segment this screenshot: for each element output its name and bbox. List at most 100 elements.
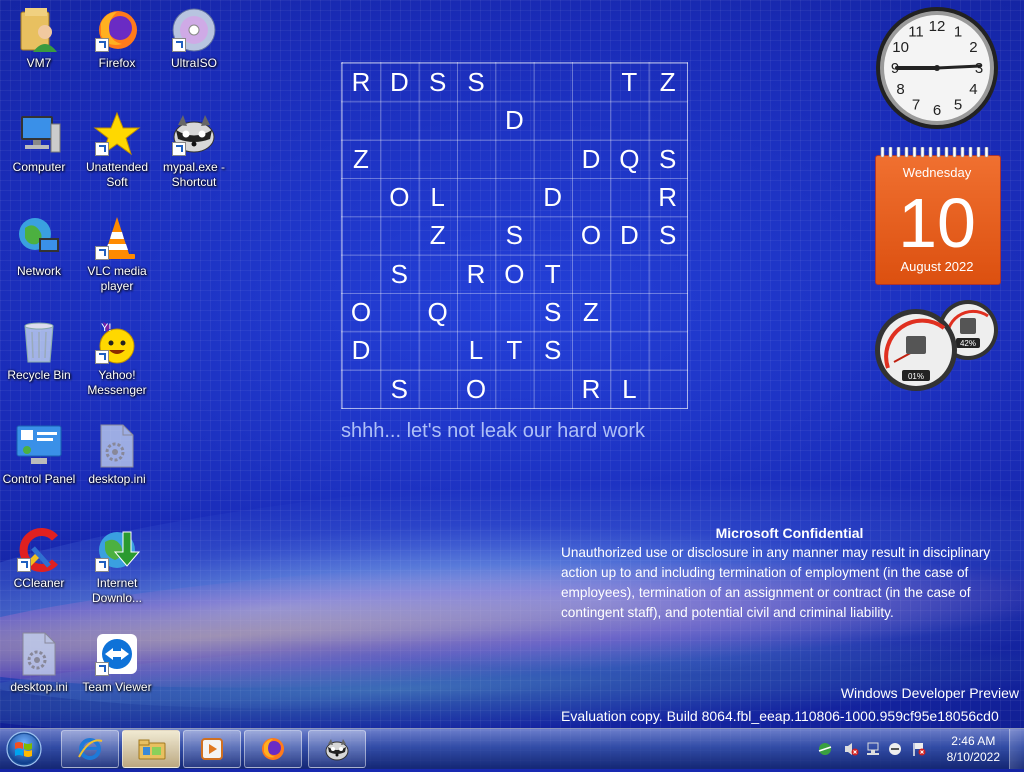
desktop-icon-control[interactable]: Control Panel (0, 422, 78, 487)
network-tray-icon[interactable] (818, 743, 832, 755)
desktop-icon-mypal[interactable]: mypal.exe - Shortcut (155, 110, 233, 190)
shortcut-arrow-icon (95, 142, 109, 156)
clock-numeral: 3 (975, 60, 983, 77)
network-icon (15, 214, 63, 262)
desktop-icon-label: Recycle Bin (7, 368, 71, 382)
desktop-icon-label: Network (16, 264, 61, 278)
puzzle-letter: R (351, 67, 371, 97)
desktop-icon-teamviewer[interactable]: Team Viewer (78, 630, 156, 695)
show-desktop-button[interactable] (1009, 729, 1024, 769)
clock-numeral: 1 (954, 24, 962, 41)
taskbar-internet-explorer[interactable] (61, 730, 119, 768)
shortcut-arrow-icon (95, 38, 109, 52)
desktop-icon-label: Control Panel (2, 472, 76, 486)
desktop-icon-unattended[interactable]: Unattended Soft (78, 110, 156, 190)
taskbar-clock[interactable]: 2:46 AM 8/10/2022 (947, 733, 1000, 765)
puzzle-letter: D (581, 143, 601, 174)
user-folder-icon (15, 6, 63, 54)
puzzle-letter: S (390, 373, 408, 404)
calendar-month-year: August 2022 (900, 259, 974, 274)
desktop-icon-yahoo[interactable]: Y! Yahoo! Messenger (78, 318, 156, 398)
desktop-icon-network[interactable]: Network (0, 214, 78, 279)
action-center-flag-icon[interactable] (913, 743, 926, 756)
media-player-icon (201, 738, 223, 760)
windows-orb-icon (6, 731, 42, 767)
clock-face-icon: 12 1234567891011 (876, 7, 998, 129)
svg-text:Y!: Y! (101, 322, 111, 334)
settings-file-icon (93, 422, 141, 470)
puzzle-letter: L (622, 373, 637, 404)
puzzle-letter: T (506, 335, 523, 366)
clock-numeral: 7 (912, 96, 920, 113)
puzzle-letter: D (351, 335, 371, 366)
teamviewer-icon (93, 630, 141, 678)
taskbar-date: 8/10/2022 (946, 750, 1000, 764)
cpu-meter-gadget[interactable]: 42% 01% (874, 298, 1000, 394)
taskbar-windows-explorer[interactable] (122, 730, 180, 768)
calendar-gadget[interactable]: Wednesday 10 August 2022 (875, 147, 1001, 285)
ccleaner-icon (15, 526, 63, 574)
puzzle-letter: O (350, 297, 372, 327)
puzzle-letter: Q (619, 143, 640, 174)
puzzle-letter: O (389, 182, 410, 212)
calendar-day: 10 (898, 184, 976, 262)
puzzle-letter: S (658, 143, 677, 174)
puzzle-letter: O (580, 220, 602, 251)
desktop-icon-label: VM7 (26, 56, 52, 70)
download-globe-icon (93, 526, 141, 574)
desktop-icon-ccleaner[interactable]: CCleaner (0, 526, 78, 591)
puzzle-letter: S (543, 335, 562, 366)
puzzle-letter: S (658, 220, 677, 251)
network-connection-icon[interactable] (867, 742, 879, 755)
puzzle-letter: Z (429, 220, 446, 251)
taskbar-firefox[interactable] (244, 730, 302, 768)
firefox-icon (262, 738, 284, 760)
gauge-icon: 42% 01% (875, 300, 998, 391)
smiley-icon: Y! (93, 318, 141, 366)
start-button[interactable] (2, 730, 46, 768)
puzzle-letter: R (658, 182, 678, 212)
desktop-icon-firefox[interactable]: Firefox (78, 6, 156, 71)
minimize-circle-icon[interactable] (889, 743, 901, 755)
computer-icon (15, 110, 63, 158)
desktop-icon-vm7[interactable]: VM7 (0, 6, 78, 71)
clock-numeral: 6 (933, 102, 941, 119)
desktop-icon-recycle[interactable]: Recycle Bin (0, 318, 78, 383)
desktop-icon-label: UltraISO (170, 56, 217, 70)
product-name: Windows Developer Preview (840, 685, 1019, 701)
clock-gadget[interactable]: 12 1 2 3 4 5 6 7 8 9 10 11 (874, 5, 1000, 131)
desktop-icon-vlc[interactable]: VLC media player (78, 214, 156, 294)
raccoon-icon (170, 110, 218, 158)
puzzle-letter: Z (583, 297, 599, 327)
desktop-icon-idm[interactable]: Internet Downlo... (78, 526, 156, 606)
folder-icon (138, 739, 166, 760)
desktop-icon-ultraiso[interactable]: UltraISO (155, 6, 233, 71)
puzzle-letter: L (430, 182, 445, 212)
clock-numeral: 4 (969, 81, 977, 98)
desktop-icon-desktopini1[interactable]: desktop.ini (78, 422, 156, 487)
puzzle-letter: D (504, 105, 524, 136)
shortcut-arrow-icon (95, 350, 109, 364)
puzzle-letter: D (389, 67, 409, 97)
confidential-title: Microsoft Confidential (715, 525, 864, 541)
desktop-icon-label: desktop.ini (88, 472, 146, 486)
desktop-icon-label: Internet Downlo... (91, 576, 143, 605)
shortcut-arrow-icon (95, 662, 109, 676)
puzzle-letter: S (543, 297, 562, 327)
puzzle-letter: R (466, 258, 486, 289)
desktop-icon-computer[interactable]: Computer (0, 110, 78, 175)
disc-icon (170, 6, 218, 54)
taskbar-media-player[interactable] (183, 730, 241, 768)
clock-minute-hand (935, 64, 982, 70)
shortcut-arrow-icon (17, 558, 31, 572)
build-string: Evaluation copy. Build 8064.fbl_eeap.110… (561, 708, 999, 724)
puzzle-letter: R (581, 373, 601, 404)
control-panel-icon (15, 422, 63, 470)
shortcut-arrow-icon (95, 246, 109, 260)
volume-muted-icon[interactable] (845, 743, 859, 756)
confidential-body: Unauthorized use or disclosure in any ma… (561, 545, 991, 620)
shortcut-arrow-icon (172, 142, 186, 156)
taskbar-mypal[interactable] (308, 730, 366, 768)
desktop-icon-desktopini2[interactable]: desktop.ini (0, 630, 78, 695)
internet-explorer-icon (78, 738, 103, 760)
